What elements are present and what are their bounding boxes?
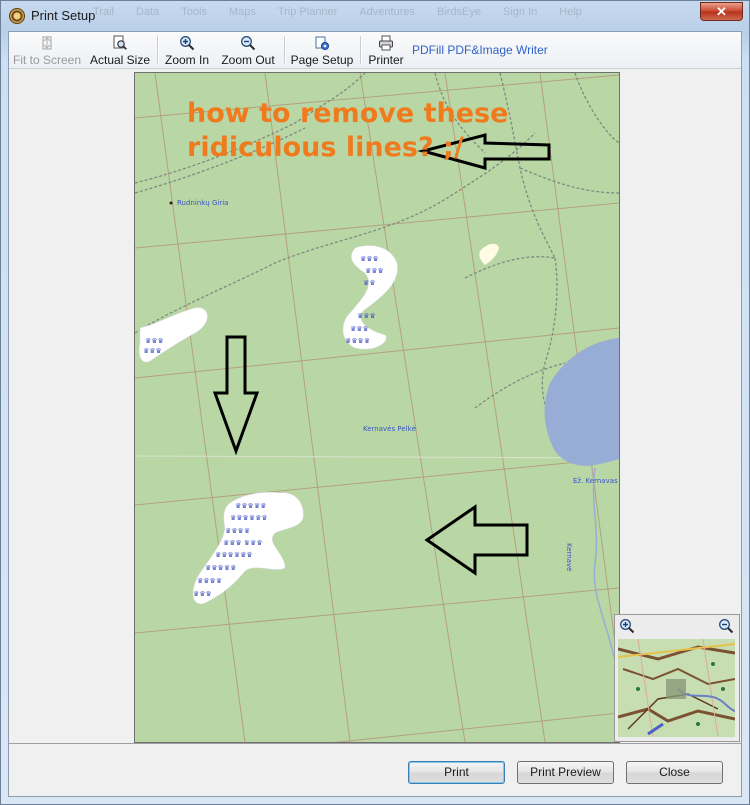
svg-text:♛♛: ♛♛ (363, 279, 376, 287)
fit-to-screen-icon (42, 36, 52, 50)
river-label: Kernavė (565, 543, 573, 571)
background-menu-item: Sign In (503, 6, 538, 18)
svg-text:♛♛♛: ♛♛♛ (193, 590, 212, 598)
svg-text:♛♛♛: ♛♛♛ (365, 267, 384, 275)
print-preview-area[interactable]: ♛♛♛ ♛♛♛ ♛♛♛ ♛♛♛ ♛♛ ♛♛♛ ♛♛♛ ♛♛♛♛ ♛♛♛♛♛ ♛♛… (9, 69, 741, 744)
overview-zoom-in-icon[interactable] (619, 618, 635, 634)
svg-text:♛♛♛ ♛♛♛: ♛♛♛ ♛♛♛ (223, 539, 263, 547)
svg-text:♛♛♛: ♛♛♛ (143, 347, 162, 355)
close-button[interactable]: Close (626, 761, 723, 784)
svg-text:♛♛♛♛♛: ♛♛♛♛♛ (235, 502, 266, 510)
svg-text:♛♛♛♛: ♛♛♛♛ (197, 577, 222, 585)
zoom-out-icon (241, 36, 256, 51)
printer-icon (379, 35, 393, 51)
map-canvas: ♛♛♛ ♛♛♛ ♛♛♛ ♛♛♛ ♛♛ ♛♛♛ ♛♛♛ ♛♛♛♛ ♛♛♛♛♛ ♛♛… (135, 73, 619, 742)
actual-size-label: Actual Size (89, 53, 151, 67)
lake-label: Ež. Kernavas (573, 477, 618, 485)
svg-text:♛♛♛: ♛♛♛ (360, 255, 379, 263)
background-menu-item: Trip Planner (277, 6, 338, 18)
page-setup-button[interactable]: Page Setup (290, 34, 354, 67)
annotation-line-2: ridiculous lines? ;/ (187, 132, 464, 163)
overview-zoom-out-icon[interactable] (718, 618, 734, 634)
zoom-in-icon (180, 36, 195, 51)
annotation-line-1: how to remove these (187, 98, 509, 129)
print-setup-window: Print Setup Trail Data Tools Maps Trip P… (0, 0, 750, 805)
svg-text:♛♛♛♛♛♛: ♛♛♛♛♛♛ (215, 551, 253, 559)
zoom-in-button[interactable]: Zoom In (162, 34, 212, 67)
svg-text:♛♛♛♛♛: ♛♛♛♛♛ (205, 564, 236, 572)
page-setup-icon (315, 36, 330, 51)
background-menu-item: Trail (93, 6, 114, 18)
background-menu-item: Data (135, 6, 160, 18)
zoom-out-label: Zoom Out (221, 53, 275, 67)
printer-button[interactable]: Printer (365, 34, 407, 67)
printer-label: Printer (368, 53, 404, 67)
toolbar-separator (157, 36, 159, 64)
fit-to-screen-label: Fit to Screen (12, 53, 82, 67)
arrow-down (212, 335, 260, 456)
svg-text:♛♛♛: ♛♛♛ (357, 312, 376, 320)
svg-text:♛♛♛♛♛♛: ♛♛♛♛♛♛ (230, 514, 268, 522)
overview-map[interactable] (618, 639, 735, 737)
background-menu-item: Adventures (359, 6, 415, 18)
place-label-kernaves: Kernavės Pelkė (363, 425, 416, 433)
actual-size-button[interactable]: Actual Size (88, 34, 152, 67)
dialog-client-area: Fit to Screen Actual Size Zoom In Zoom O… (8, 31, 742, 797)
window-close-button[interactable]: ✕ (700, 2, 743, 21)
svg-text:♛♛♛♛: ♛♛♛♛ (225, 527, 250, 535)
window-title: Print Setup (31, 8, 96, 23)
title-bar[interactable]: Print Setup Trail Data Tools Maps Trip P… (1, 1, 749, 31)
app-icon (9, 8, 25, 24)
toolbar-separator (284, 36, 286, 64)
printer-name: PDFill PDF&Image Writer (412, 43, 548, 57)
svg-text:♛♛♛: ♛♛♛ (350, 325, 369, 333)
background-menu-item: Maps (228, 6, 256, 18)
toolbar-separator (360, 36, 362, 64)
arrow-left-bottom (424, 504, 529, 576)
print-preview-button[interactable]: Print Preview (517, 761, 614, 784)
background-menu-item: Help (559, 6, 582, 18)
page-setup-label: Page Setup (290, 53, 354, 67)
dialog-button-bar: Print Print Preview Close (9, 744, 741, 796)
zoom-out-button[interactable]: Zoom Out (217, 34, 279, 67)
background-menu-item: Tools (181, 6, 207, 18)
zoom-in-label: Zoom In (164, 53, 209, 67)
place-label-rudninku: Rudninkų Giria (177, 199, 228, 207)
background-menu: Trail Data Tools Maps Trip Planner Adven… (93, 6, 582, 18)
toolbar: Fit to Screen Actual Size Zoom In Zoom O… (9, 32, 741, 69)
overview-map-panel (614, 614, 740, 742)
map-preview-page[interactable]: ♛♛♛ ♛♛♛ ♛♛♛ ♛♛♛ ♛♛ ♛♛♛ ♛♛♛ ♛♛♛♛ ♛♛♛♛♛ ♛♛… (134, 72, 620, 743)
svg-text:♛♛♛♛: ♛♛♛♛ (345, 337, 370, 345)
print-button[interactable]: Print (408, 761, 505, 784)
fit-to-screen-button[interactable]: Fit to Screen (12, 34, 82, 67)
svg-text:♛♛♛: ♛♛♛ (145, 337, 164, 345)
actual-size-icon (113, 35, 127, 50)
background-menu-item: BirdsEye (437, 6, 482, 18)
